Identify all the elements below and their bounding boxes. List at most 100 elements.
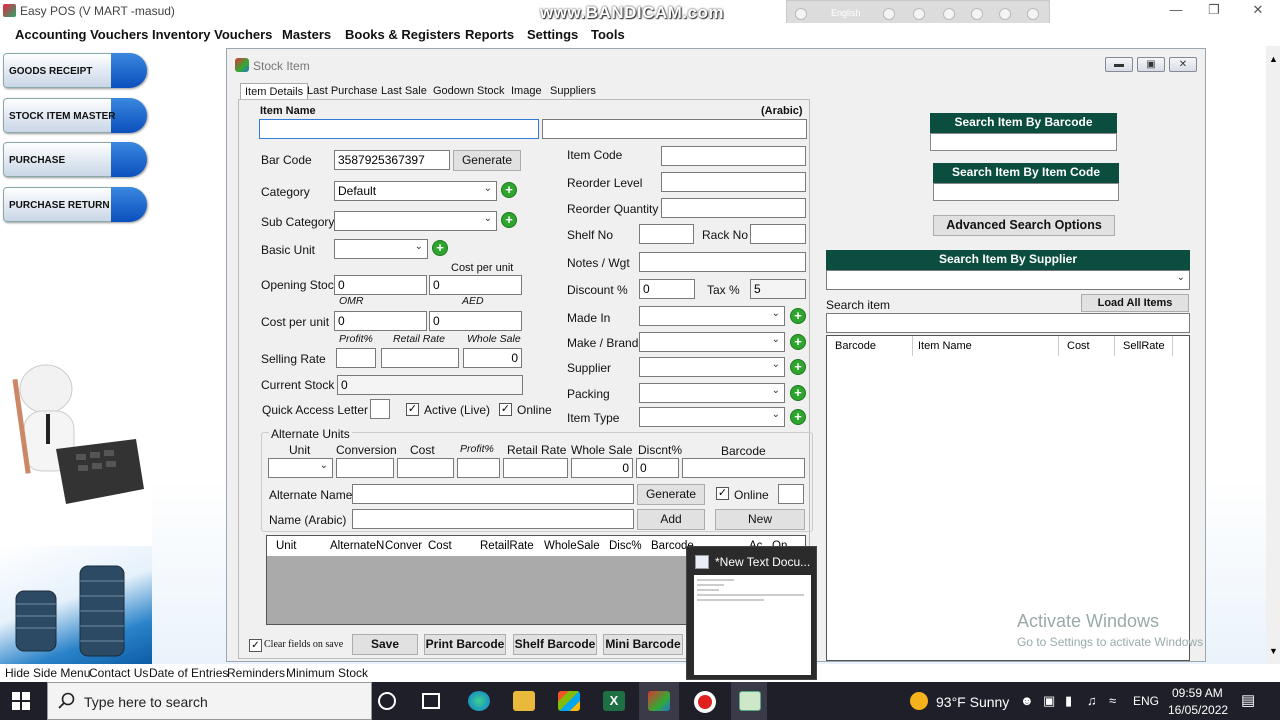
item-type-select[interactable]: ⌄ [639, 407, 785, 427]
alt-generate-button[interactable]: Generate [637, 484, 705, 505]
profit-input[interactable] [336, 348, 376, 368]
new-alt-unit-button[interactable]: New [715, 509, 805, 530]
stock-close-button[interactable]: ✕ [1169, 57, 1197, 72]
active-checkbox[interactable]: ✓ [406, 403, 419, 416]
rack-no-input[interactable] [750, 224, 806, 244]
cortana-icon[interactable] [378, 692, 396, 710]
clock-time[interactable]: 09:59 AM [1172, 686, 1223, 700]
side-purchase-return-button[interactable]: PURCHASE RETURN [3, 187, 147, 222]
item-code-input[interactable] [661, 146, 806, 166]
generate-barcode-button[interactable]: Generate [453, 150, 521, 171]
opening-cost-input[interactable]: 0 [429, 275, 522, 295]
network-icon[interactable]: ▣ [1043, 693, 1055, 709]
search-item-input[interactable] [826, 313, 1190, 333]
main-scrollbar[interactable]: ▲ ▼ [1266, 46, 1280, 664]
reorder-qty-input[interactable] [661, 198, 806, 218]
stock-minimize-button[interactable]: ▬ [1105, 57, 1133, 72]
opening-stock-input[interactable]: 0 [334, 275, 427, 295]
keyboard-icon[interactable] [883, 8, 895, 20]
task-view-icon[interactable] [422, 693, 440, 709]
minimize-button[interactable]: — [1156, 2, 1196, 20]
alt-online-checkbox[interactable]: ✓ [716, 487, 729, 500]
clear-fields-checkbox[interactable]: ✓ [249, 639, 262, 652]
battery-icon[interactable]: ▮ [1065, 693, 1072, 709]
item-name-input[interactable] [259, 119, 539, 139]
sub-category-select[interactable]: ⌄ [334, 211, 497, 231]
add-packing-icon[interactable]: + [790, 385, 806, 401]
file-explorer-icon[interactable] [513, 691, 535, 711]
minimum-stock-link[interactable]: Minimum Stock [286, 666, 368, 680]
wifi-icon[interactable]: ≈ [1109, 693, 1116, 708]
help-icon[interactable] [999, 8, 1011, 20]
quick-access-input[interactable] [370, 399, 390, 419]
advanced-search-button[interactable]: Advanced Search Options [933, 215, 1115, 236]
search-by-code-input[interactable] [933, 183, 1119, 201]
packing-select[interactable]: ⌄ [639, 383, 785, 403]
online-checkbox[interactable]: ✓ [499, 403, 512, 416]
add-make-brand-icon[interactable]: + [790, 334, 806, 350]
add-made-in-icon[interactable]: + [790, 308, 806, 324]
search-by-barcode-input[interactable] [930, 133, 1117, 151]
supplier-select[interactable]: ⌄ [639, 357, 785, 377]
excel-icon[interactable]: X [603, 691, 625, 711]
alt-profit-input[interactable] [457, 458, 500, 478]
alt-name-input[interactable] [352, 484, 634, 504]
alt-whole-sale-input[interactable]: 0 [571, 458, 633, 478]
side-goods-receipt-button[interactable]: GOODS RECEIPT [3, 53, 147, 88]
current-stock-input[interactable]: 0 [337, 375, 523, 395]
add-supplier-icon[interactable]: + [790, 359, 806, 375]
hide-side-menu-link[interactable]: Hide Side Menu [5, 666, 90, 680]
notepad-thumbnail[interactable]: *New Text Docu... [686, 546, 817, 680]
print-barcode-button[interactable]: Print Barcode [424, 634, 506, 655]
made-in-select[interactable]: ⌄ [639, 306, 785, 326]
recorder-mode-icon[interactable] [795, 8, 807, 20]
supplier-search-select[interactable]: ⌄ [826, 270, 1190, 290]
alt-conversion-input[interactable] [336, 458, 394, 478]
alt-cost-input[interactable] [397, 458, 454, 478]
windows-start-icon[interactable] [12, 692, 30, 710]
shelf-barcode-button[interactable]: Shelf Barcode [513, 634, 597, 655]
easypos-taskbar-button[interactable] [639, 682, 679, 720]
alt-online-input[interactable] [778, 484, 804, 504]
notes-input[interactable] [639, 252, 806, 272]
people-icon[interactable]: ☻ [1020, 693, 1034, 708]
contact-us-link[interactable]: Contact Us [89, 666, 148, 680]
menu-settings[interactable]: Settings [527, 27, 578, 42]
settings-icon[interactable] [943, 8, 955, 20]
add-category-icon[interactable]: + [501, 182, 517, 198]
alt-unit-select[interactable]: ⌄ [268, 458, 333, 478]
menu-reports[interactable]: Reports [465, 27, 514, 42]
bandicam-icon[interactable] [694, 691, 716, 713]
load-all-items-button[interactable]: Load All Items [1081, 294, 1189, 312]
cost-aed-input[interactable]: 0 [429, 311, 522, 331]
tax-input[interactable]: 5 [750, 279, 806, 299]
name-arabic-input[interactable] [352, 509, 634, 529]
menu-inventory-vouchers[interactable]: Inventory Vouchers [152, 27, 272, 42]
item-name-arabic-input[interactable] [542, 119, 807, 139]
save-button[interactable]: Save [352, 634, 418, 655]
side-purchase-button[interactable]: PURCHASE [3, 142, 147, 177]
notifications-icon[interactable]: ▤ [1241, 691, 1255, 709]
store-icon[interactable] [558, 691, 580, 711]
edge-icon[interactable] [468, 691, 490, 711]
date-of-entries-link[interactable]: Date of Entries [149, 666, 228, 680]
retail-rate-input[interactable] [381, 348, 459, 368]
scroll-down-icon[interactable]: ▼ [1269, 646, 1278, 656]
volume-icon[interactable]: ♫ [1087, 693, 1097, 708]
close-button[interactable]: ✕ [1238, 2, 1278, 20]
weather-text[interactable]: 93°F Sunny [936, 694, 1009, 710]
reorder-level-input[interactable] [661, 172, 806, 192]
whole-sale-input[interactable]: 0 [463, 348, 522, 368]
add-sub-category-icon[interactable]: + [501, 212, 517, 228]
side-stock-item-master-button[interactable]: STOCK ITEM MASTER [3, 98, 147, 133]
scroll-up-icon[interactable]: ▲ [1269, 54, 1278, 64]
reminders-link[interactable]: Reminders [227, 666, 285, 680]
add-alt-unit-button[interactable]: Add [637, 509, 705, 530]
basic-unit-select[interactable]: ⌄ [334, 239, 428, 259]
alt-discnt-input[interactable]: 0 [636, 458, 679, 478]
taskbar-search-box[interactable]: Type here to search [47, 682, 372, 720]
bar-code-input[interactable]: 3587925367397 [334, 150, 450, 170]
language-indicator[interactable]: ENG [1133, 694, 1159, 708]
maximize-button[interactable]: ❐ [1194, 2, 1234, 20]
add-basic-unit-icon[interactable]: + [432, 240, 448, 256]
